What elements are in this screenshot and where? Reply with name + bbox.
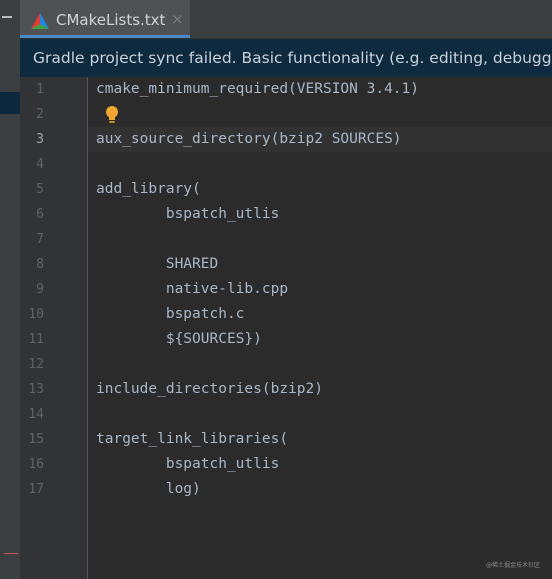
lightbulb-icon[interactable] (104, 105, 120, 125)
project-tool-strip (0, 0, 21, 579)
collapse-icon[interactable] (2, 16, 12, 18)
code-line: bspatch.c (96, 306, 245, 322)
editor-tab-bar: CMakeLists.txt × (20, 0, 552, 39)
code-line: native-lib.cpp (96, 281, 289, 297)
line-number: 3 (36, 132, 44, 147)
code-line: aux_source_directory(bzip2 SOURCES) (96, 131, 402, 147)
line-number: 17 (28, 482, 44, 497)
line-number: 6 (36, 207, 44, 222)
tab-label: CMakeLists.txt (56, 11, 166, 29)
code-line: ${SOURCES}) (96, 331, 262, 347)
code-line: add_library( (96, 181, 201, 197)
line-number: 11 (28, 332, 44, 347)
line-number: 15 (28, 432, 44, 447)
code-line: SHARED (96, 256, 219, 272)
code-line: log) (96, 481, 201, 497)
code-line: bspatch_utlis (96, 456, 280, 472)
tab-cmakelists[interactable]: CMakeLists.txt × (20, 0, 190, 38)
code-line: target_link_libraries( (96, 431, 289, 447)
line-number-gutter[interactable]: 1 2 3 4 5 6 7 8 9 10 11 12 13 14 15 16 17 (20, 77, 88, 579)
code-line: cmake_minimum_required(VERSION 3.4.1) (96, 81, 420, 97)
line-number: 5 (36, 182, 44, 197)
line-number: 10 (28, 307, 44, 322)
banner-message: Gradle project sync failed. Basic functi… (33, 49, 552, 67)
watermark: @稀土掘金技术社区 (485, 562, 540, 569)
close-tab-icon[interactable]: × (171, 10, 184, 28)
code-editor[interactable]: cmake_minimum_required(VERSION 3.4.1) aux… (88, 77, 552, 579)
code-line: include_directories(bzip2) (96, 381, 323, 397)
line-number: 1 (36, 82, 44, 97)
line-number: 8 (36, 257, 44, 272)
line-number: 2 (36, 107, 44, 122)
line-number: 13 (28, 382, 44, 397)
line-number: 9 (36, 282, 44, 297)
line-number: 14 (28, 407, 44, 422)
error-marker (4, 553, 18, 554)
code-line: bspatch_utlis (96, 206, 280, 222)
sync-failed-banner: Gradle project sync failed. Basic functi… (20, 39, 552, 77)
line-number: 7 (36, 232, 44, 247)
selected-project-item[interactable] (0, 92, 20, 114)
line-number: 4 (36, 157, 44, 172)
line-number: 16 (28, 457, 44, 472)
cmake-triangle-icon (31, 13, 49, 29)
line-number: 12 (28, 357, 44, 372)
